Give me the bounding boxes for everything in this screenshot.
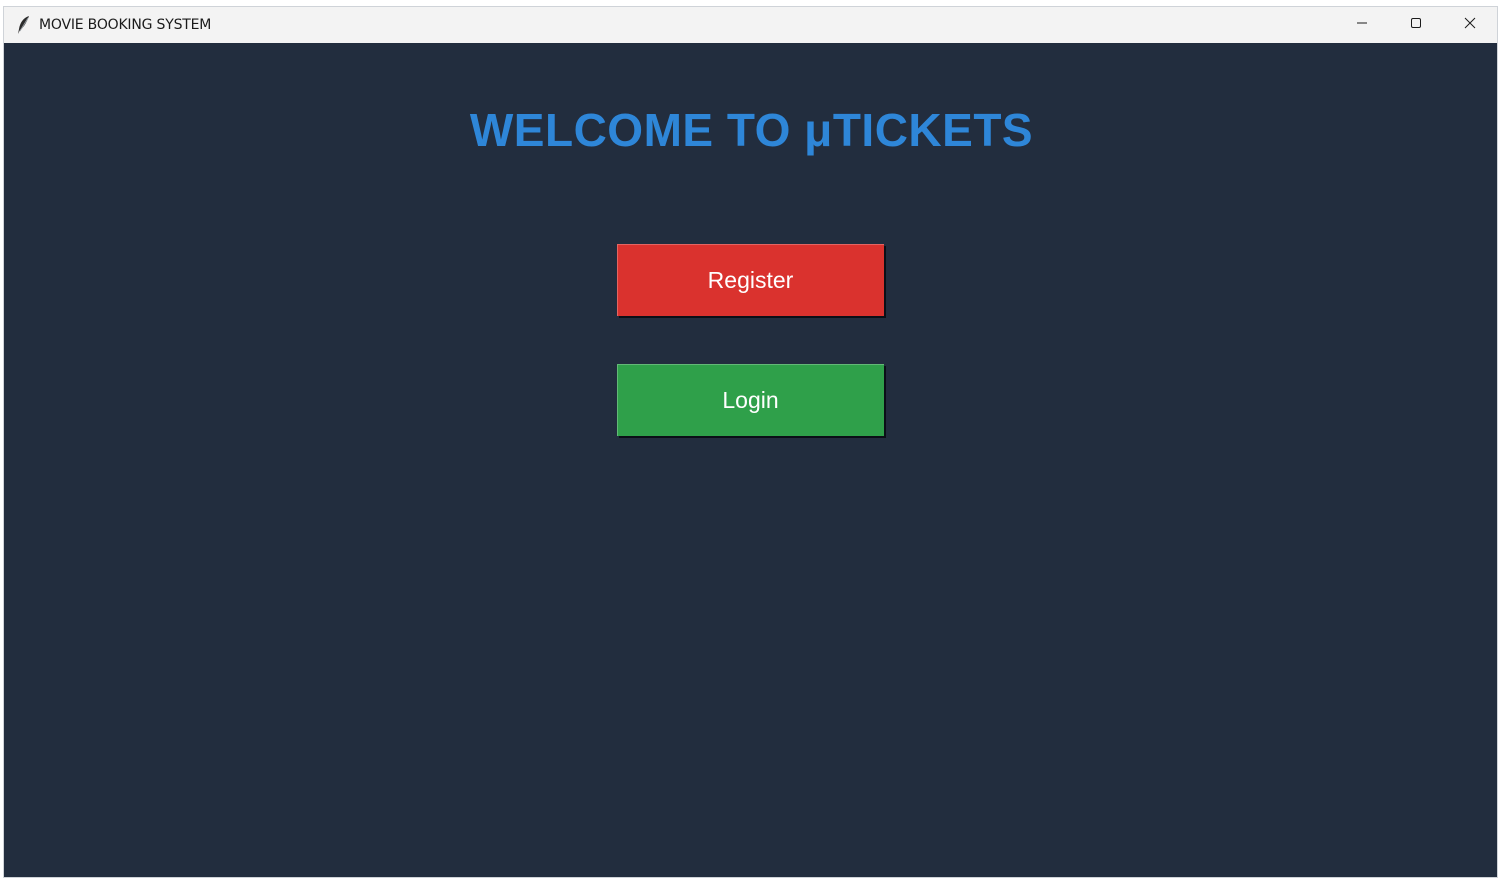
login-button[interactable]: Login <box>617 364 884 436</box>
title-bar[interactable]: MOVIE BOOKING SYSTEM <box>4 7 1497 43</box>
minimize-button[interactable] <box>1335 7 1389 43</box>
maximize-icon <box>1410 16 1422 34</box>
main-content: WELCOME TO μTICKETS Register Login <box>4 43 1497 877</box>
feather-icon <box>13 14 35 36</box>
maximize-button[interactable] <box>1389 7 1443 43</box>
window-title: MOVIE BOOKING SYSTEM <box>39 17 212 33</box>
welcome-heading: WELCOME TO μTICKETS <box>469 104 1034 156</box>
register-button[interactable]: Register <box>617 244 884 316</box>
close-button[interactable] <box>1443 7 1497 43</box>
app-window: MOVIE BOOKING SYSTEM WELCOME TO μTICKETS… <box>3 6 1498 878</box>
close-icon <box>1464 16 1476 34</box>
window-controls <box>1335 7 1497 43</box>
minimize-icon <box>1356 16 1368 34</box>
